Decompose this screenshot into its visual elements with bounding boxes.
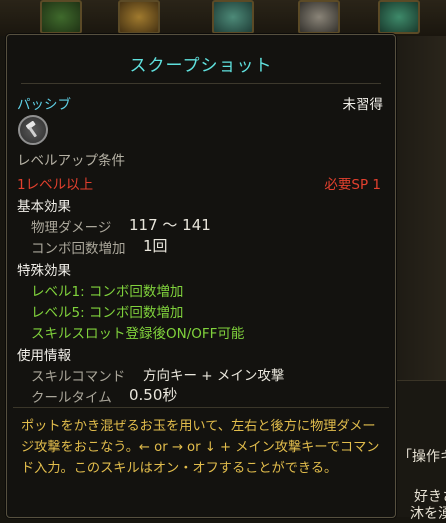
skill-title: スクープショット: [129, 56, 273, 76]
special-effect-item: レベル1: コンボ回数増加: [31, 284, 184, 300]
side-panel-text: 「操作キ: [398, 449, 446, 465]
skill-type: パッシブ: [17, 97, 71, 113]
sp-requirement: 必要SP 1: [324, 177, 381, 193]
skill-slot-3[interactable]: [212, 0, 254, 34]
hammer-icon: [18, 115, 48, 145]
description-box: ポットをかき混ぜるお玉を用いて、左右と後方に物理ダメージ攻撃をおこなう。← or…: [13, 407, 389, 513]
combo-value: 1回: [143, 237, 168, 255]
cooldown-label: クールタイム: [31, 390, 112, 406]
level-requirement: 1レベル以上: [17, 177, 94, 193]
skill-slot-4[interactable]: [298, 0, 340, 34]
skill-tooltip: スクープショット パッシブ 未習得 レベルアップ条件 1レベル以上 必要SP 1…: [6, 34, 396, 518]
skill-description: ポットをかき混ぜるお玉を用いて、左右と後方に物理ダメージ攻撃をおこなう。← or…: [21, 419, 380, 476]
skill-slot-1[interactable]: [40, 0, 82, 34]
usage-info-header: 使用情報: [17, 348, 71, 364]
cooldown-value: 0.50秒: [129, 386, 178, 404]
skill-command-value: 方向キー + メイン攻撃: [143, 368, 285, 384]
side-panel-text: 沐を湧: [410, 506, 446, 522]
learn-status: 未習得: [342, 97, 384, 113]
skill-command-label: スキルコマンド: [31, 369, 126, 385]
special-effects-header: 特殊効果: [17, 263, 71, 279]
special-effect-item: スキルスロット登録後ON/OFF可能: [31, 326, 245, 342]
physical-damage-value: 117 ～ 141: [129, 216, 211, 234]
basic-effects-header: 基本効果: [17, 199, 71, 215]
skill-bar: [0, 0, 446, 36]
special-effect-item: レベル5: コンボ回数増加: [31, 305, 184, 321]
skill-slot-5[interactable]: [378, 0, 420, 34]
title-divider: [21, 83, 381, 84]
combo-label: コンボ回数増加: [31, 241, 126, 257]
physical-damage-label: 物理ダメージ: [31, 220, 112, 236]
skill-slot-2[interactable]: [118, 0, 160, 34]
level-requirement-header: レベルアップ条件: [17, 153, 125, 169]
